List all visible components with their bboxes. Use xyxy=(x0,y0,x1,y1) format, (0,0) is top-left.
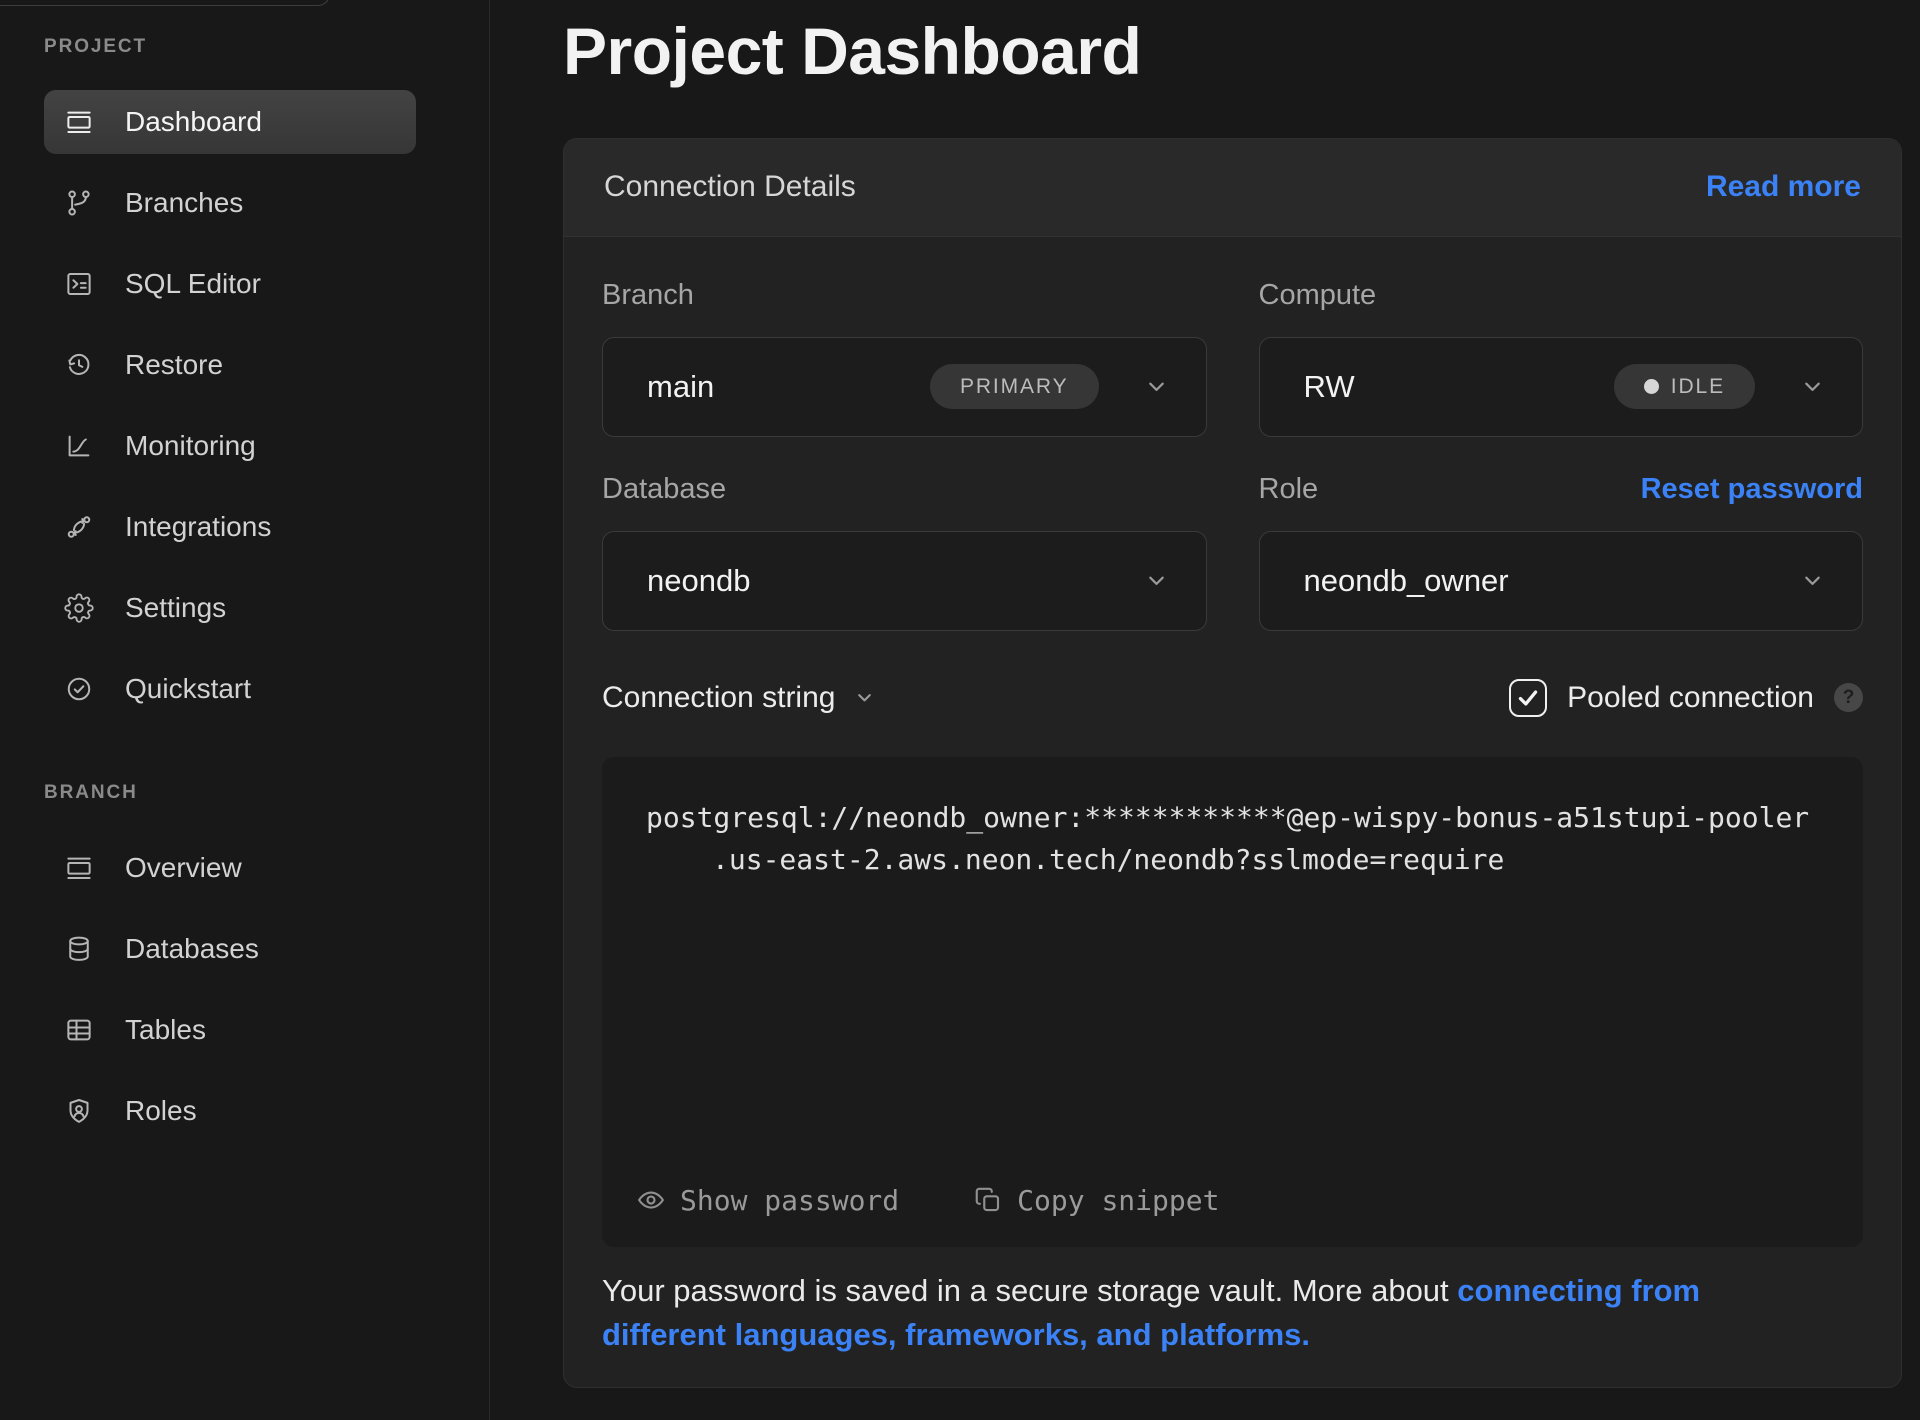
main-content: Project Dashboard Connection Details Rea… xyxy=(490,0,1920,1420)
primary-badge: PRIMARY xyxy=(930,364,1099,409)
sidebar-item-integrations[interactable]: Integrations xyxy=(44,495,416,559)
monitoring-icon xyxy=(64,431,94,461)
connection-string-line-1: postgresql://neondb_owner:************@e… xyxy=(646,797,1819,839)
restore-icon xyxy=(64,350,94,380)
branch-nav: Overview Databases Tables Roles xyxy=(0,836,489,1143)
sidebar-item-restore[interactable]: Restore xyxy=(44,333,416,397)
settings-icon xyxy=(64,593,94,623)
chevron-down-icon xyxy=(1143,373,1170,400)
role-value: neondb_owner xyxy=(1304,563,1509,599)
quickstart-icon xyxy=(64,674,94,704)
idle-dot-icon xyxy=(1644,379,1659,394)
chevron-down-icon xyxy=(853,686,876,709)
branch-label: Branch xyxy=(602,279,694,312)
sidebar-item-label: Quickstart xyxy=(125,673,251,705)
show-password-label: Show password xyxy=(680,1184,899,1217)
connection-string-label: Connection string xyxy=(602,681,835,715)
database-field-group: Database neondb xyxy=(602,475,1207,631)
integrations-icon xyxy=(64,512,94,542)
sidebar-item-settings[interactable]: Settings xyxy=(44,576,416,640)
page-title: Project Dashboard xyxy=(563,14,1920,90)
card-body: Branch main PRIMARY Compu xyxy=(564,237,1901,1387)
role-select[interactable]: neondb_owner xyxy=(1259,531,1864,631)
role-label: Role xyxy=(1259,473,1319,506)
pooled-connection-control: Pooled connection ? xyxy=(1509,679,1863,717)
database-value: neondb xyxy=(647,563,750,599)
sidebar-item-label: Branches xyxy=(125,187,243,219)
compute-label: Compute xyxy=(1259,279,1377,312)
idle-status-badge: IDLE xyxy=(1614,364,1755,409)
pooled-connection-label: Pooled connection xyxy=(1567,681,1814,715)
sidebar-item-label: Settings xyxy=(125,592,226,624)
branch-select[interactable]: main PRIMARY xyxy=(602,337,1207,437)
pooled-connection-checkbox[interactable] xyxy=(1509,679,1547,717)
chevron-down-icon xyxy=(1143,567,1170,594)
sidebar-item-label: Roles xyxy=(125,1095,197,1127)
connection-string-toggle[interactable]: Connection string xyxy=(602,681,876,715)
sidebar-item-tables[interactable]: Tables xyxy=(44,998,416,1062)
reset-password-link[interactable]: Reset password xyxy=(1641,473,1863,506)
overview-icon xyxy=(64,853,94,883)
sidebar-item-roles[interactable]: Roles xyxy=(44,1079,416,1143)
databases-icon xyxy=(64,934,94,964)
sidebar-item-quickstart[interactable]: Quickstart xyxy=(44,657,416,721)
card-header: Connection Details Read more xyxy=(564,139,1901,237)
compute-field-group: Compute RW IDLE xyxy=(1259,281,1864,437)
sidebar-item-sql-editor[interactable]: SQL Editor xyxy=(44,252,416,316)
connection-string-code-block: postgresql://neondb_owner:************@e… xyxy=(602,757,1863,1247)
copy-snippet-label: Copy snippet xyxy=(1017,1184,1219,1217)
branch-value: main xyxy=(647,369,714,405)
show-password-button[interactable]: Show password xyxy=(626,1178,909,1223)
sidebar-item-label: Restore xyxy=(125,349,223,381)
note-text: Your password is saved in a secure stora… xyxy=(602,1273,1457,1308)
branch-field-group: Branch main PRIMARY xyxy=(602,281,1207,437)
role-field-group: Role Reset password neondb_owner xyxy=(1259,475,1864,631)
project-nav: Dashboard Branches SQL Editor Restore xyxy=(0,90,489,721)
database-label: Database xyxy=(602,473,726,506)
sidebar-item-dashboard[interactable]: Dashboard xyxy=(44,90,416,154)
sidebar-section-project: PROJECT xyxy=(44,34,489,60)
copy-icon xyxy=(973,1185,1003,1215)
sidebar-item-label: Integrations xyxy=(125,511,271,543)
sidebar-item-label: Dashboard xyxy=(125,106,262,138)
password-vault-note: Your password is saved in a secure stora… xyxy=(602,1269,1797,1387)
read-more-link[interactable]: Read more xyxy=(1706,170,1861,204)
sidebar-item-databases[interactable]: Databases xyxy=(44,917,416,981)
git-branch-icon xyxy=(64,188,94,218)
code-actions: Show password Copy snippet xyxy=(626,1178,1229,1223)
sidebar-item-monitoring[interactable]: Monitoring xyxy=(44,414,416,478)
sql-editor-icon xyxy=(64,269,94,299)
sidebar-item-label: Tables xyxy=(125,1014,206,1046)
app-root: PROJECT Dashboard Branches SQL Editor xyxy=(0,0,1920,1420)
compute-select[interactable]: RW IDLE xyxy=(1259,337,1864,437)
sidebar-item-branches[interactable]: Branches xyxy=(44,171,416,235)
sidebar-item-label: Monitoring xyxy=(125,430,256,462)
connection-details-card: Connection Details Read more Branch main… xyxy=(563,138,1902,1388)
fields-grid: Branch main PRIMARY Compu xyxy=(602,281,1863,631)
sidebar-item-overview[interactable]: Overview xyxy=(44,836,416,900)
sidebar-section-branch: BRANCH xyxy=(44,780,489,806)
tables-icon xyxy=(64,1015,94,1045)
sidebar-item-label: Databases xyxy=(125,933,259,965)
card-title: Connection Details xyxy=(604,170,856,204)
help-icon[interactable]: ? xyxy=(1834,683,1863,712)
roles-icon xyxy=(64,1096,94,1126)
sidebar: PROJECT Dashboard Branches SQL Editor xyxy=(0,0,490,1420)
chevron-down-icon xyxy=(1799,373,1826,400)
connection-string-line-2: .us-east-2.aws.neon.tech/neondb?sslmode=… xyxy=(646,839,1819,881)
copy-snippet-button[interactable]: Copy snippet xyxy=(963,1178,1229,1223)
chevron-down-icon xyxy=(1799,567,1826,594)
sidebar-item-label: SQL Editor xyxy=(125,268,261,300)
eye-icon xyxy=(636,1185,666,1215)
database-select[interactable]: neondb xyxy=(602,531,1207,631)
dashboard-icon xyxy=(64,107,94,137)
connection-string-row: Connection string Pooled connection ? xyxy=(602,679,1863,717)
project-selector-cutoff xyxy=(0,0,330,6)
sidebar-item-label: Overview xyxy=(125,852,242,884)
compute-value: RW xyxy=(1304,369,1355,405)
